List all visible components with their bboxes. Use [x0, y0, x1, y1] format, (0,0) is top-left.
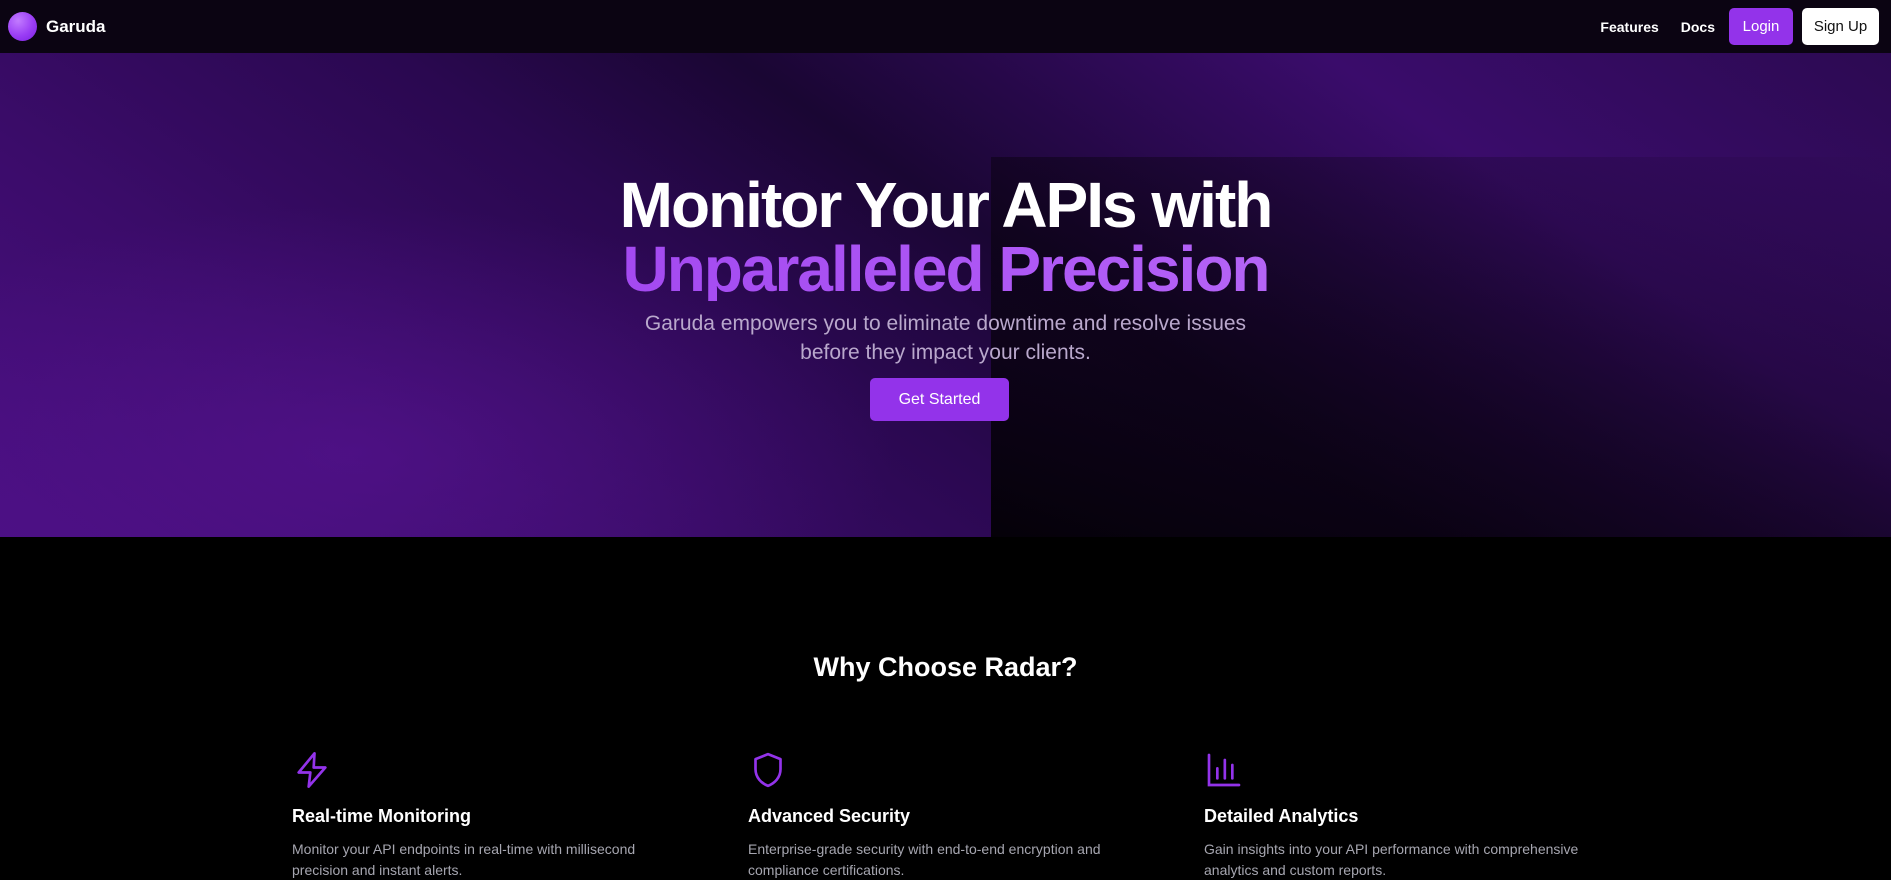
- hero-section: Monitor Your APIs with Unparalleled Prec…: [0, 53, 1891, 537]
- lightning-icon: [297, 752, 327, 788]
- feature-description: Gain insights into your API performance …: [1204, 841, 1579, 878]
- feature-title: Advanced Security: [748, 806, 911, 826]
- logo-icon: [8, 12, 37, 41]
- bar-chart-icon: [1207, 753, 1241, 787]
- hero-title: Monitor Your APIs with: [619, 169, 1274, 241]
- feature-description: Monitor your API endpoints in real-time …: [292, 841, 636, 878]
- feature-card-advanced-security: Advanced Security Enterprise-grade secur…: [748, 750, 1148, 880]
- hero-description: Garuda empowers you to eliminate downtim…: [644, 312, 1247, 364]
- feature-card-realtime-monitoring: Real-time Monitoring Monitor your API en…: [292, 750, 692, 880]
- shield-icon: [754, 752, 782, 788]
- features-heading: Why Choose Radar?: [813, 652, 1078, 682]
- top-navbar: Garuda Features Docs Login Sign Up: [0, 0, 1891, 53]
- brand-name: Garuda: [46, 16, 106, 36]
- nav-link-features[interactable]: Features: [1600, 19, 1658, 35]
- hero-title-highlight: Unparalleled Precision: [0, 237, 1891, 301]
- main-nav: Features Docs Login Sign Up: [1600, 8, 1879, 45]
- feature-card-detailed-analytics: Detailed Analytics Gain insights into yo…: [1204, 750, 1604, 880]
- feature-description: Enterprise-grade security with end-to-en…: [748, 841, 1101, 878]
- nav-link-docs[interactable]: Docs: [1681, 19, 1715, 35]
- login-button[interactable]: Login: [1729, 8, 1793, 45]
- brand[interactable]: Garuda: [8, 12, 106, 41]
- signup-button[interactable]: Sign Up: [1802, 8, 1879, 45]
- feature-title: Detailed Analytics: [1204, 806, 1359, 826]
- get-started-button[interactable]: Get Started: [870, 378, 1009, 421]
- feature-title: Real-time Monitoring: [292, 806, 471, 826]
